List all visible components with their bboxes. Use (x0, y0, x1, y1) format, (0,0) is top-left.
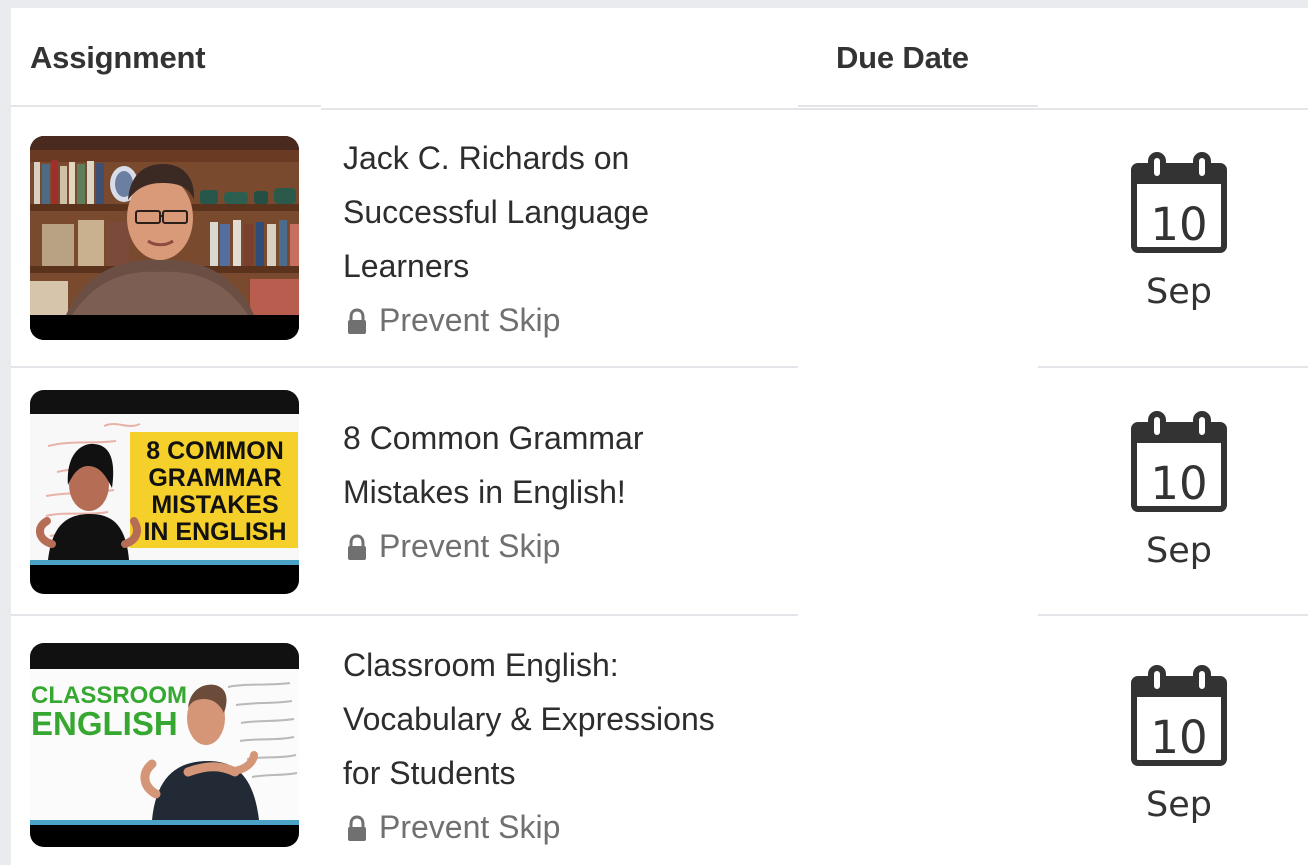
prevent-skip-badge: Prevent Skip (343, 800, 803, 854)
due-date-calendar: 10 Sep (1127, 152, 1231, 312)
due-date-calendar: 10 Sep (1127, 411, 1231, 571)
table-header: Assignment Due Date (11, 8, 1308, 108)
header-divider-middle (798, 105, 1038, 107)
calendar-icon: 10 (1131, 152, 1227, 253)
thumbnail-text: IN ENGLISH (143, 518, 286, 546)
prevent-skip-label: Prevent Skip (379, 528, 561, 564)
due-month: Sep (1146, 272, 1212, 312)
assignment-column-header[interactable]: Assignment (30, 40, 206, 76)
due-month: Sep (1146, 785, 1212, 825)
assignment-title-line: Learners (343, 248, 470, 284)
thumbnail-text: GRAMMAR (148, 464, 281, 492)
assignment-title-line: Successful Language (343, 194, 649, 230)
prevent-skip-badge: Prevent Skip (343, 293, 803, 347)
due-date-calendar: 10 Sep (1127, 665, 1231, 825)
assignments-panel: Assignment Due Date Jack C. Richards on … (11, 8, 1308, 865)
prevent-skip-badge: Prevent Skip (343, 519, 803, 573)
header-divider-left (11, 105, 321, 107)
thumbnail-text: 8 COMMON (146, 437, 284, 465)
assignment-title[interactable]: Jack C. Richards on Successful Language … (343, 131, 803, 347)
calendar-icon: 10 (1131, 411, 1227, 512)
video-thumbnail[interactable] (30, 136, 299, 340)
thumbnail-image: CLASSROOM ENGLISH (30, 643, 299, 847)
assignment-title-line: Jack C. Richards on (343, 140, 630, 176)
assignment-title[interactable]: 8 Common Grammar Mistakes in English! Pr… (343, 411, 803, 573)
video-thumbnail[interactable]: 8 COMMON GRAMMAR MISTAKES IN ENGLISH (30, 390, 299, 594)
lock-icon (348, 534, 366, 560)
due-month: Sep (1146, 531, 1212, 571)
calendar-day: 10 (1150, 198, 1207, 251)
thumbnail-text: ENGLISH (31, 705, 178, 742)
thumbnail-image: 8 COMMON GRAMMAR MISTAKES IN ENGLISH (30, 390, 299, 594)
table-row[interactable]: 8 COMMON GRAMMAR MISTAKES IN ENGLISH 8 C… (11, 368, 1308, 616)
thumbnail-text: MISTAKES (151, 491, 278, 519)
video-thumbnail[interactable]: CLASSROOM ENGLISH (30, 643, 299, 847)
due-date-column-header[interactable]: Due Date (836, 40, 969, 76)
assignment-title-line: Classroom English: (343, 647, 619, 683)
assignment-title[interactable]: Classroom English: Vocabulary & Expressi… (343, 638, 803, 854)
assignment-title-line: 8 Common Grammar (343, 420, 644, 456)
assignment-title-line: Vocabulary & Expressions (343, 701, 715, 737)
lock-icon (348, 815, 366, 841)
assignment-title-line: for Students (343, 755, 516, 791)
prevent-skip-label: Prevent Skip (379, 302, 561, 338)
table-row[interactable]: Jack C. Richards on Successful Language … (11, 108, 1308, 366)
lock-icon (348, 308, 366, 334)
prevent-skip-label: Prevent Skip (379, 809, 561, 845)
calendar-day: 10 (1150, 457, 1207, 510)
calendar-day: 10 (1150, 711, 1207, 764)
assignment-title-line: Mistakes in English! (343, 474, 626, 510)
table-row[interactable]: CLASSROOM ENGLISH Classroom English: Voc… (11, 616, 1308, 865)
calendar-icon: 10 (1131, 665, 1227, 766)
thumbnail-image (30, 136, 299, 340)
